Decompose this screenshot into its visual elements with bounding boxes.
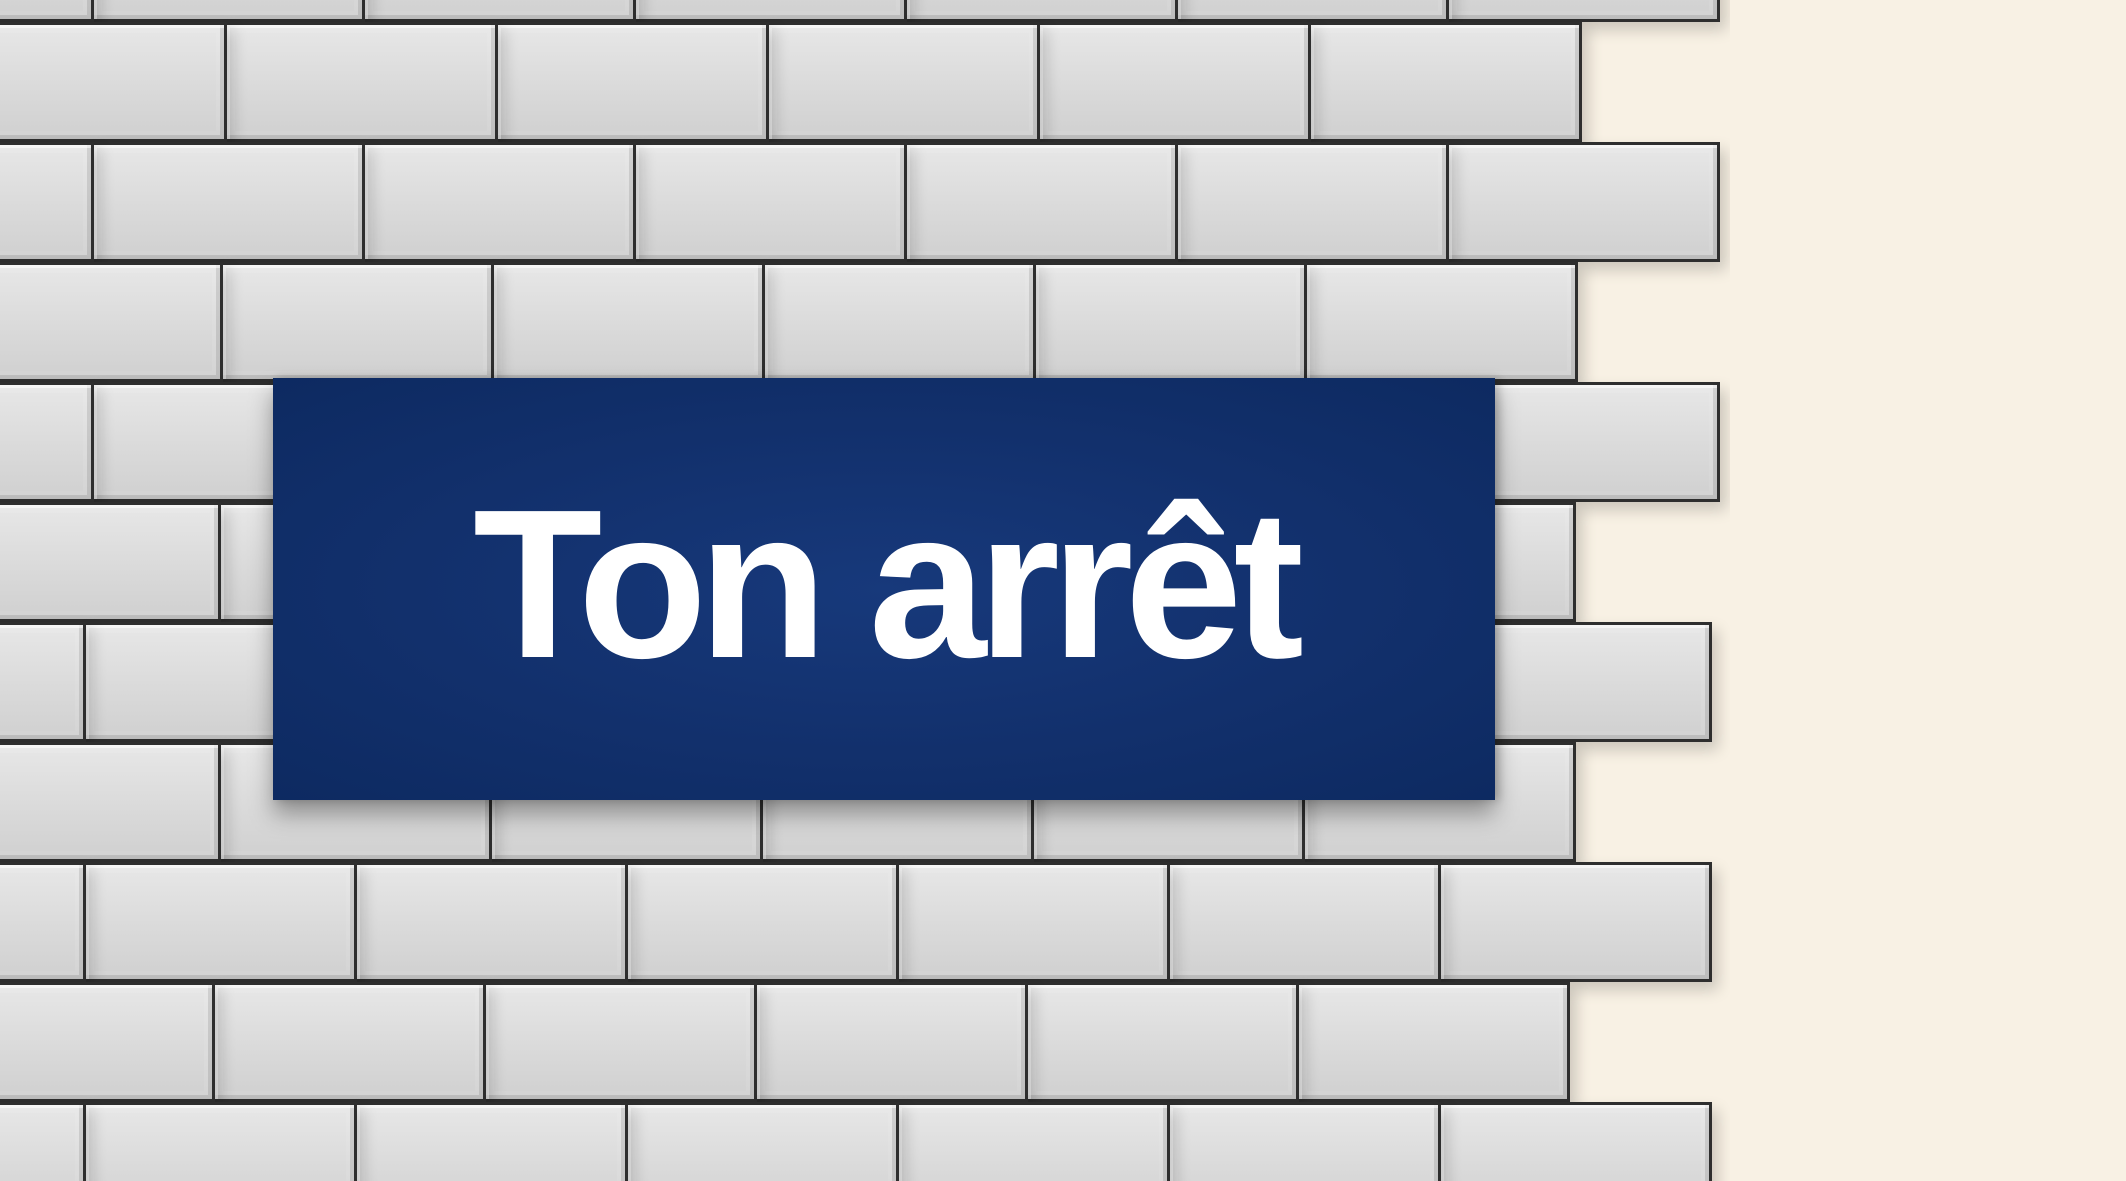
wall-tile — [1025, 982, 1299, 1102]
station-sign: Ton arrêt — [273, 378, 1495, 800]
wall-tile — [0, 742, 221, 862]
wall-tile — [483, 982, 757, 1102]
wall-tile — [625, 1102, 899, 1181]
wall-tile — [625, 862, 899, 982]
wall-tile — [1167, 1102, 1441, 1181]
wall-tile — [1438, 1102, 1712, 1181]
wall-tile — [0, 22, 227, 142]
wall-tile — [491, 262, 765, 382]
wall-tile — [0, 502, 221, 622]
wall-tile — [362, 142, 636, 262]
wall-tile — [904, 142, 1178, 262]
wall-tile — [0, 982, 215, 1102]
wall-tile — [91, 0, 365, 22]
wall-tile — [354, 1102, 628, 1181]
wall-tile — [0, 382, 94, 502]
wall-tile — [1296, 982, 1570, 1102]
wall-tile — [224, 22, 498, 142]
wall-tile — [1167, 862, 1441, 982]
wall-tile — [362, 0, 636, 22]
wall-tile — [0, 0, 94, 22]
wall-tile — [0, 262, 223, 382]
wall-tile — [83, 862, 357, 982]
wall-tile — [1446, 142, 1720, 262]
wall-tile — [1438, 862, 1712, 982]
wall-tile — [220, 262, 494, 382]
wall-tile — [1037, 22, 1311, 142]
wall-tile — [762, 262, 1036, 382]
wall-tile — [1308, 22, 1582, 142]
wall-tile — [766, 22, 1040, 142]
wall-tile — [1033, 262, 1307, 382]
wall-tile — [904, 0, 1178, 22]
wall-tile — [0, 622, 86, 742]
wall-tile — [0, 1102, 86, 1181]
wall-tile — [896, 862, 1170, 982]
wall-tile — [495, 22, 769, 142]
wall-tile — [354, 862, 628, 982]
wall-tile — [633, 142, 907, 262]
wall-tile — [212, 982, 486, 1102]
wall-tile — [0, 862, 86, 982]
wall-tile — [91, 142, 365, 262]
wall-tile — [83, 1102, 357, 1181]
wall-tile — [633, 0, 907, 22]
wall-tile — [1446, 0, 1720, 22]
wall-tile — [1304, 262, 1578, 382]
wall-tile — [0, 142, 94, 262]
station-name: Ton arrêt — [472, 465, 1304, 702]
wall-tile — [896, 1102, 1170, 1181]
wall-tile — [754, 982, 1028, 1102]
wall-tile — [1175, 142, 1449, 262]
wall-tile — [1175, 0, 1449, 22]
